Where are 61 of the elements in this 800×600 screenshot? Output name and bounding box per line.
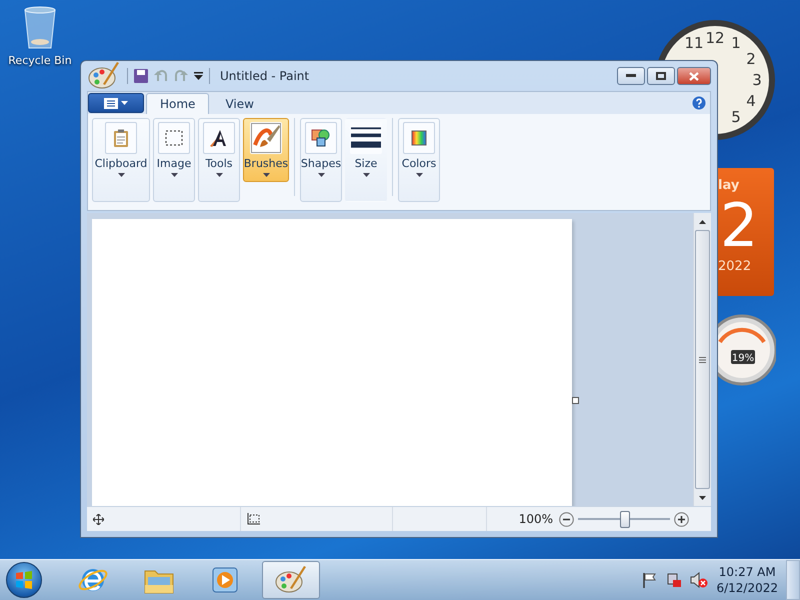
- vertical-scrollbar[interactable]: [693, 213, 711, 506]
- resize-handle[interactable]: [572, 397, 579, 404]
- desktop-icon-label[interactable]: Recycle Bin: [8, 54, 72, 67]
- caret-icon: [118, 173, 124, 177]
- ribbon-group-button[interactable]: Clipboard: [92, 118, 150, 202]
- paint-palette-icon: [274, 565, 308, 595]
- move-cursor-icon: [93, 514, 104, 524]
- caret-icon: [262, 173, 270, 177]
- clipboard-icon: [113, 129, 129, 147]
- clock-date[interactable]: 6/12/2022: [716, 580, 778, 596]
- network-error-icon[interactable]: [666, 572, 682, 588]
- flag-icon[interactable]: [642, 572, 658, 588]
- grip-icon: [699, 356, 706, 362]
- paintbrush-icon: [251, 123, 281, 153]
- paint-palette-icon: [87, 61, 121, 91]
- ribbon-group-button[interactable]: Colors: [398, 118, 440, 202]
- muted-speaker-icon[interactable]: [690, 572, 708, 588]
- clock-time[interactable]: 10:27 AM: [718, 564, 776, 580]
- color-palette-icon: [411, 130, 427, 146]
- windows-logo: [15, 571, 33, 589]
- help-icon[interactable]: [692, 96, 706, 110]
- dropdown-caret-icon[interactable]: [194, 72, 203, 80]
- calendar-weekday: lay: [718, 178, 740, 193]
- calendar-day: 2: [720, 193, 774, 259]
- start-button[interactable]: [6, 562, 42, 598]
- shapes-icon: [311, 128, 331, 148]
- zoom-percentage: 100%: [518, 512, 553, 526]
- scroll-up-icon[interactable]: [699, 220, 706, 224]
- recycle-bin-icon[interactable]: [22, 6, 58, 50]
- ribbon-group-button[interactable]: Shapes: [300, 118, 342, 202]
- caret-icon: [216, 173, 222, 177]
- ribbon-group-button[interactable]: Brushes: [243, 118, 289, 182]
- ribbon-tab[interactable]: View: [211, 93, 268, 114]
- caret-icon: [416, 173, 422, 177]
- close-icon: [689, 72, 699, 80]
- maximize-button[interactable]: [647, 67, 675, 85]
- ribbon-group-button[interactable]: Size: [345, 118, 387, 202]
- selection-size-icon: [247, 512, 261, 526]
- play-button-icon: [211, 566, 239, 594]
- menu-icon: [104, 98, 118, 108]
- ribbon-tab[interactable]: Home: [146, 93, 210, 114]
- calendar-year: 2022: [718, 259, 752, 274]
- app-menu-button[interactable]: [88, 93, 144, 113]
- dashed-rectangle-icon: [165, 130, 183, 146]
- zoom-out-button[interactable]: [559, 512, 574, 526]
- minimize-button[interactable]: [617, 67, 645, 85]
- taskbar-app-button[interactable]: [262, 561, 320, 599]
- caret-icon: [362, 173, 370, 177]
- window-title: Untitled - Paint: [220, 69, 310, 83]
- caret-icon: [121, 101, 128, 105]
- close-button[interactable]: [677, 67, 711, 85]
- save-icon[interactable]: [134, 69, 148, 83]
- caret-icon: [318, 173, 324, 177]
- scroll-down-icon[interactable]: [699, 496, 706, 500]
- ribbon-group-button[interactable]: Tools: [198, 118, 240, 202]
- minimize-icon: [626, 74, 636, 78]
- ribbon-group-button[interactable]: Image: [153, 118, 195, 202]
- maximize-icon: [656, 72, 666, 80]
- caret-icon: [170, 173, 178, 177]
- zoom-slider-thumb[interactable]: [620, 510, 630, 528]
- zoom-in-button[interactable]: [674, 512, 689, 526]
